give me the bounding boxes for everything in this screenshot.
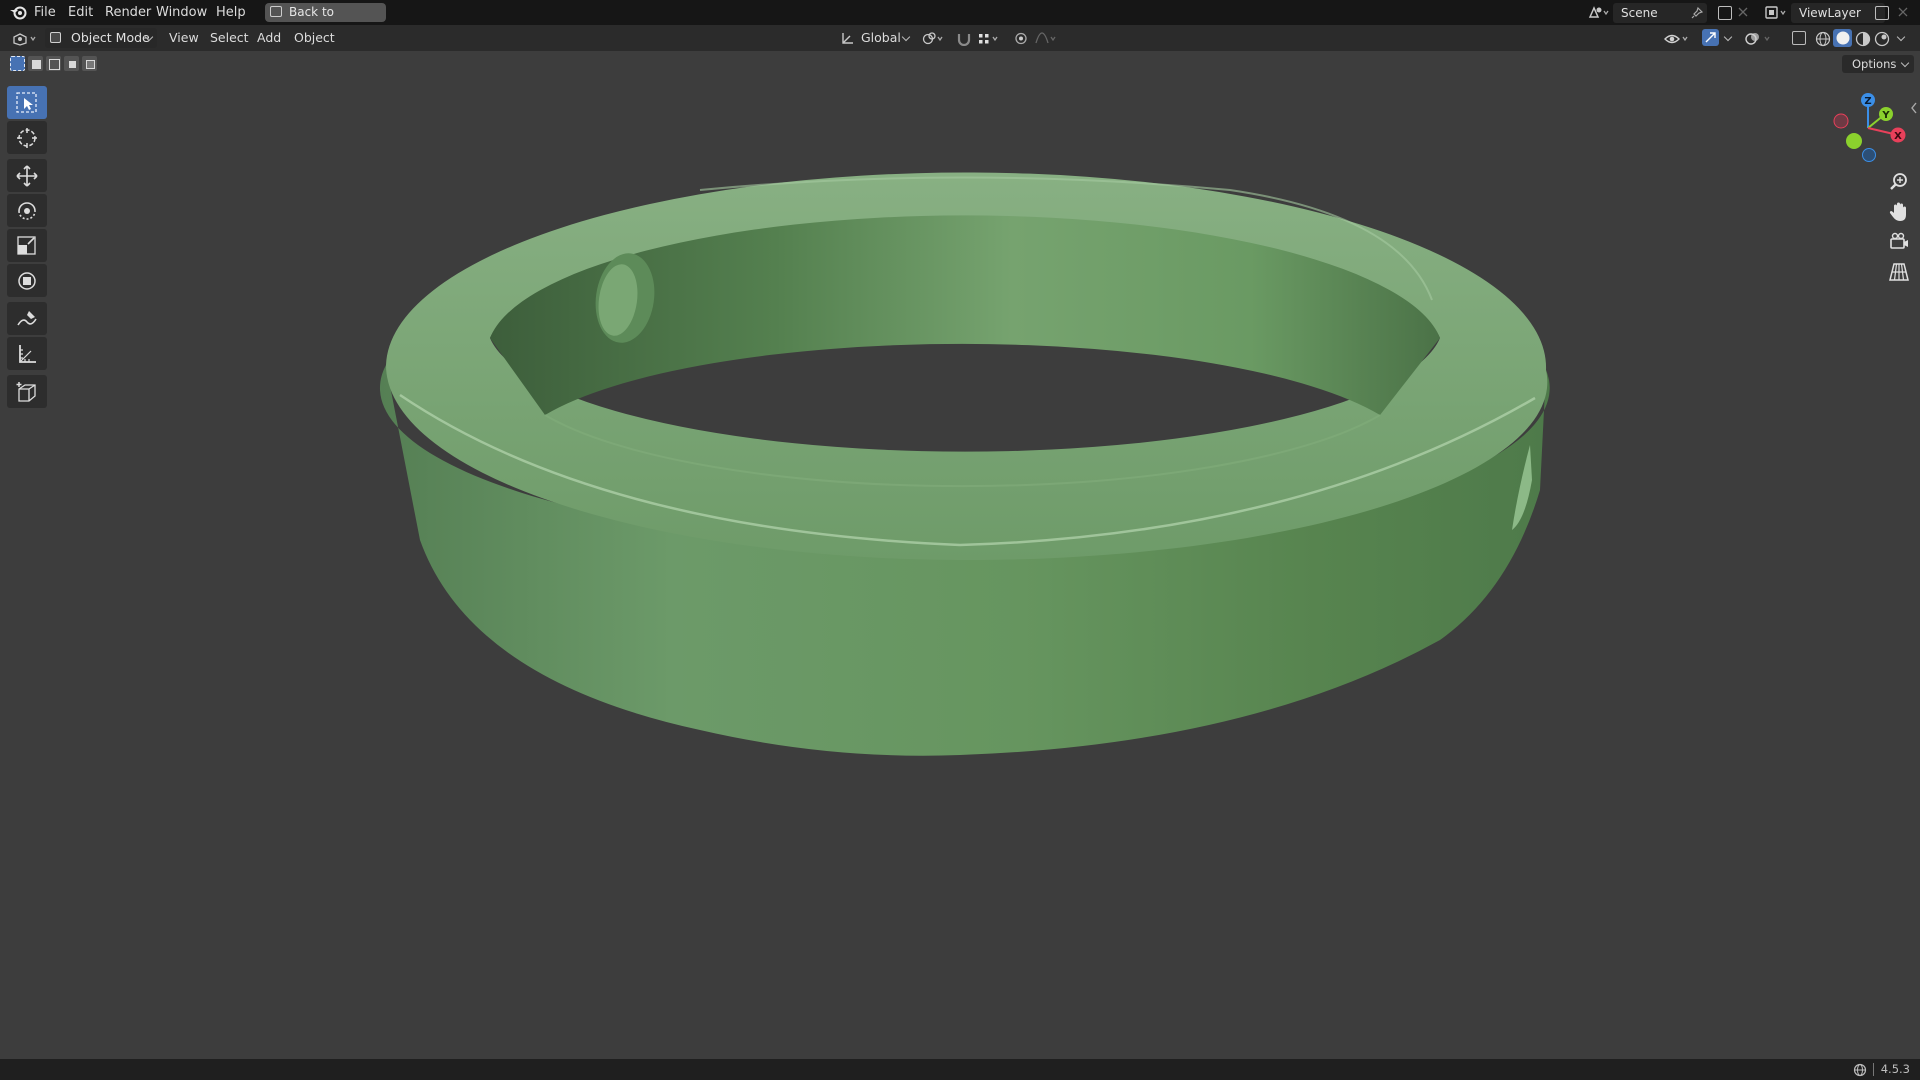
close-scene-icon[interactable] [1738, 7, 1748, 17]
solid-shading-icon [1836, 31, 1850, 45]
gizmo-y-label: Y [1881, 110, 1890, 121]
close-view-layer-icon[interactable] [1898, 7, 1908, 17]
top-bar: File Edit Render Window Help Back to Pre… [0, 0, 1920, 38]
move-icon [16, 165, 38, 187]
selectability-visibility-icon[interactable] [1664, 31, 1692, 46]
options-label: Options [1852, 57, 1897, 71]
status-divider [1873, 1063, 1874, 1076]
annotate-icon [17, 311, 37, 326]
rotate-icon [18, 202, 36, 220]
tool-transform[interactable] [7, 264, 47, 297]
snap-magnet-icon[interactable] [956, 31, 972, 46]
menu-window[interactable]: Window [156, 0, 207, 25]
menu-view[interactable]: View [169, 25, 199, 51]
transform-orientation-icon [842, 33, 853, 44]
zoom-icon [1890, 173, 1907, 190]
tool-cursor[interactable] [7, 121, 47, 154]
tool-move[interactable] [7, 159, 47, 192]
overlays-icon[interactable] [1745, 31, 1775, 46]
extend-icon [32, 60, 41, 69]
menu-object[interactable]: Object [294, 25, 335, 51]
gizmo-neg-z[interactable] [1862, 148, 1876, 162]
gizmo-arrows-icon [1705, 32, 1716, 43]
select-mode-new[interactable] [10, 56, 25, 71]
blender-logo-icon[interactable] [9, 5, 27, 20]
menu-edit[interactable]: Edit [68, 0, 93, 25]
viewport-3d[interactable] [0, 76, 1920, 1059]
transform-icon [18, 272, 36, 290]
shading-options-chevron-icon[interactable] [1896, 32, 1906, 42]
select-mode-intersect[interactable] [82, 56, 97, 71]
perspective-toggle-button[interactable] [1886, 259, 1912, 285]
select-mode-subtract[interactable] [46, 56, 61, 71]
select-box-icon [16, 92, 37, 113]
object-mode-icon [50, 32, 61, 43]
menu-add[interactable]: Add [257, 25, 281, 51]
hand-icon [1889, 202, 1906, 221]
gizmo-neg-x[interactable] [1833, 113, 1849, 129]
tool-rotate[interactable] [7, 194, 47, 227]
version-label: 4.5.3 [1880, 1062, 1910, 1076]
editor-type-icon[interactable] [12, 31, 40, 46]
pan-view-button[interactable] [1886, 199, 1912, 225]
menu-select[interactable]: Select [210, 25, 249, 51]
camera-view-button[interactable] [1886, 229, 1912, 255]
scene-name: Scene [1621, 6, 1658, 20]
chevron-down-icon[interactable] [1723, 32, 1733, 42]
gizmo-neg-y[interactable] [1846, 133, 1862, 149]
options-dropdown[interactable]: Options [1842, 55, 1914, 73]
solid-shading-button[interactable] [1833, 29, 1852, 47]
sidebar-toggle-icon[interactable] [1910, 102, 1918, 114]
view-layer-icon[interactable] [1764, 5, 1790, 20]
view-layer-field[interactable]: ViewLayer [1791, 3, 1885, 23]
viewport-header: Object Mode View Select Add Object Globa… [0, 25, 1920, 51]
subtract-icon [49, 59, 60, 70]
tool-select-box[interactable] [7, 86, 47, 119]
select-mode-extend[interactable] [28, 56, 43, 71]
proportional-editing-icon[interactable] [1014, 31, 1058, 46]
rendered-shading-icon[interactable] [1874, 31, 1890, 47]
chevron-down-icon [1900, 58, 1910, 68]
camera-icon [1890, 232, 1908, 249]
scene-field[interactable]: Scene [1613, 3, 1707, 23]
tool-add-cube[interactable] [7, 375, 47, 408]
gizmo-toggle[interactable] [1702, 29, 1719, 46]
difference-icon [69, 61, 76, 68]
grid-perspective-icon [1889, 263, 1909, 281]
add-cube-icon [16, 382, 36, 402]
pin-icon[interactable] [1691, 7, 1703, 19]
zoom-view-button[interactable] [1886, 169, 1912, 195]
gizmo-z-label: Z [1864, 96, 1871, 107]
window-icon [270, 6, 282, 17]
navigation-gizmo[interactable]: Z Y X [1826, 88, 1906, 168]
back-to-previous-button[interactable]: Back to Previous [265, 3, 386, 38]
menu-render[interactable]: Render [105, 0, 151, 25]
snap-increment-icon[interactable] [977, 31, 1003, 46]
new-view-layer-icon[interactable] [1875, 6, 1889, 20]
status-bar: 4.5.3 [0, 1059, 1920, 1080]
transform-orientation-dropdown[interactable]: Global [861, 25, 901, 51]
network-globe-icon[interactable] [1853, 1063, 1867, 1077]
tool-scale[interactable] [7, 229, 47, 262]
tool-measure[interactable] [7, 337, 47, 370]
menu-help[interactable]: Help [216, 0, 246, 25]
object-mode-label: Object Mode [71, 30, 150, 45]
intersect-icon [86, 60, 95, 69]
new-scene-icon[interactable] [1718, 6, 1732, 20]
select-mode-difference[interactable] [64, 56, 79, 71]
measure-icon [19, 345, 36, 363]
object-mode-dropdown[interactable]: Object Mode [45, 28, 157, 48]
view-layer-name: ViewLayer [1799, 6, 1861, 20]
wireframe-shading-icon[interactable] [1815, 31, 1831, 47]
material-preview-icon[interactable] [1855, 31, 1871, 47]
pivot-point-icon[interactable] [922, 31, 948, 46]
scale-icon [17, 236, 36, 255]
scene-icon[interactable] [1588, 5, 1610, 20]
chevron-down-icon [901, 32, 911, 42]
gizmo-x-label: X [1894, 131, 1902, 142]
xray-toggle-icon[interactable] [1792, 31, 1806, 45]
tool-annotate[interactable] [7, 302, 47, 335]
cursor-icon [17, 128, 37, 148]
menu-file[interactable]: File [34, 0, 56, 25]
